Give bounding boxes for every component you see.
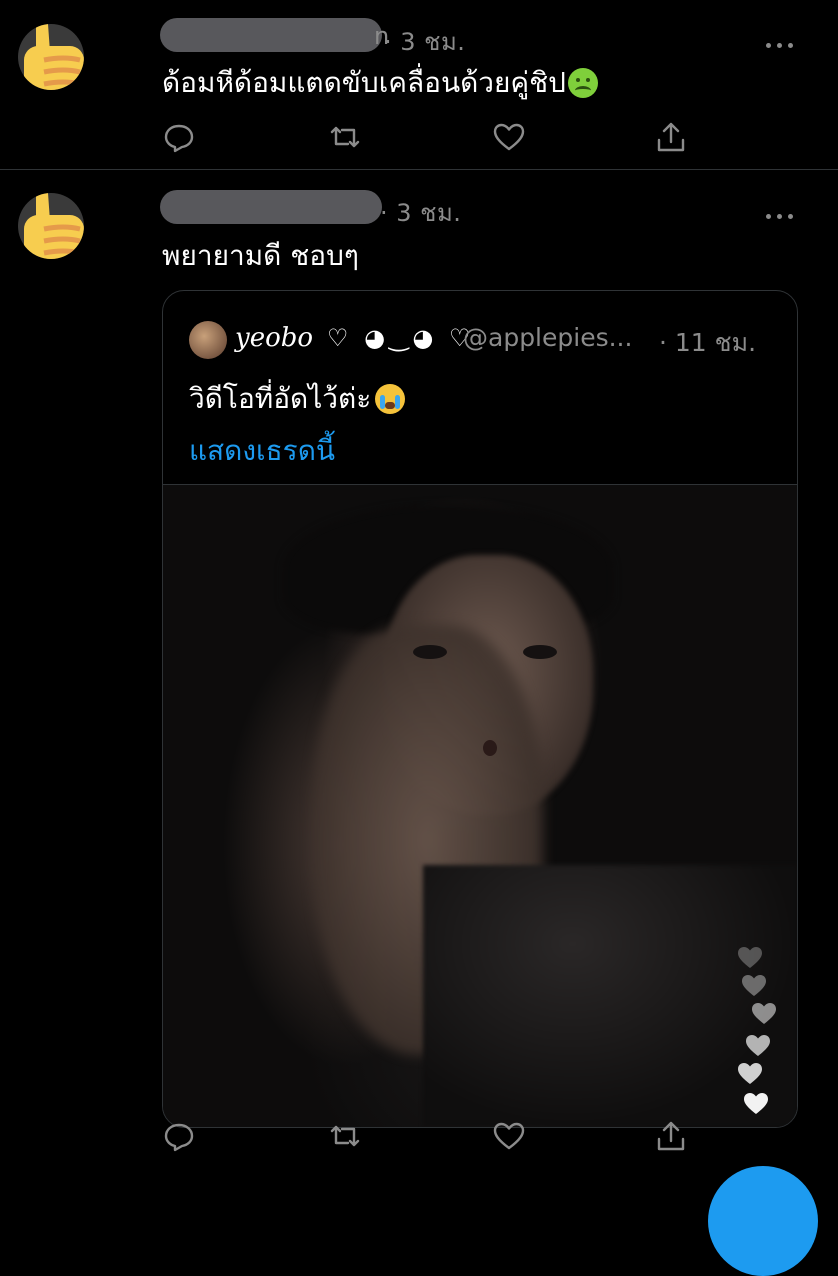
tweet-text: ด้อมหีด้อมแตดขับเคลื่อนด้วยคู่ชิป bbox=[162, 66, 598, 100]
media-eye-right bbox=[523, 645, 557, 659]
tweet-time[interactable]: n · 3 ชม. bbox=[374, 22, 466, 61]
media-eye-left bbox=[413, 645, 447, 659]
heart-icon bbox=[743, 1091, 769, 1115]
show-thread-link[interactable]: แสดงเธรดนี้ bbox=[189, 429, 335, 473]
heart-icon[interactable] bbox=[492, 1119, 526, 1153]
nauseated-face-emoji bbox=[567, 68, 598, 98]
share-icon[interactable] bbox=[654, 1119, 688, 1153]
quoted-handle[interactable]: @applepies... bbox=[463, 323, 632, 352]
quoted-text-body: วิดีโอที่อัดไว้ต่ะ bbox=[189, 382, 372, 415]
name-end-fragment: n bbox=[374, 22, 390, 50]
heart-icon bbox=[737, 945, 763, 969]
reply-icon[interactable] bbox=[162, 1119, 196, 1153]
quoted-text: วิดีโอที่อัดไว้ต่ะ bbox=[189, 377, 406, 421]
tweet-actions bbox=[162, 1119, 702, 1153]
quoted-tweet[interactable]: yeobo ♡ ◕‿◕ ♡ @applepies... · 11 ชม. วิด… bbox=[162, 290, 798, 1128]
thumbs-up-emoji-overlay bbox=[24, 24, 84, 90]
tweet-text-body: ด้อมหีด้อมแตดขับเคลื่อนด้วยคู่ชิป bbox=[162, 66, 566, 99]
floating-hearts bbox=[735, 945, 785, 1125]
heart-icon bbox=[737, 1061, 763, 1085]
avatar[interactable] bbox=[18, 24, 84, 90]
loudly-crying-face-emoji bbox=[375, 384, 406, 414]
retweet-icon[interactable] bbox=[328, 120, 362, 154]
tweet-time[interactable]: · 3 ชม. bbox=[380, 193, 461, 232]
heart-icon bbox=[751, 1001, 777, 1025]
avatar[interactable] bbox=[18, 193, 84, 259]
video-thumbnail[interactable] bbox=[163, 485, 797, 1127]
heart-icon bbox=[745, 1033, 771, 1057]
tweet[interactable]: 1 n · 3 ชม. ด้อมหีด้อมแตดขับเคลื่อนด้วยค… bbox=[0, 0, 838, 170]
quoted-name-decoration: ♡ ◕‿◕ ♡ bbox=[327, 324, 475, 352]
quoted-time[interactable]: · 11 ชม. bbox=[659, 323, 756, 363]
quoted-avatar[interactable] bbox=[189, 321, 227, 359]
heart-icon bbox=[741, 973, 767, 997]
quoted-display-name[interactable]: yeobo bbox=[235, 323, 313, 353]
thumbs-up-emoji-overlay bbox=[24, 193, 84, 259]
compose-tweet-button[interactable] bbox=[708, 1166, 818, 1276]
reply-icon[interactable] bbox=[162, 120, 196, 154]
tweet-divider bbox=[0, 169, 838, 170]
heart-icon[interactable] bbox=[492, 120, 526, 154]
tweet[interactable]: 1 · 3 ชม. พยายามดี ชอบๆ yeobo ♡ ◕‿◕ ♡ @a… bbox=[0, 171, 838, 1200]
redacted-username bbox=[160, 18, 382, 52]
tweet-actions bbox=[162, 120, 702, 154]
more-dots-icon[interactable] bbox=[766, 33, 800, 48]
share-icon[interactable] bbox=[654, 120, 688, 154]
tweet-text: พยายามดี ชอบๆ bbox=[162, 239, 359, 272]
time-label: · 3 ชม. bbox=[384, 28, 466, 56]
retweet-icon[interactable] bbox=[328, 1119, 362, 1153]
redacted-username bbox=[160, 190, 382, 224]
media-mouth bbox=[483, 740, 497, 756]
more-dots-icon[interactable] bbox=[766, 204, 800, 219]
